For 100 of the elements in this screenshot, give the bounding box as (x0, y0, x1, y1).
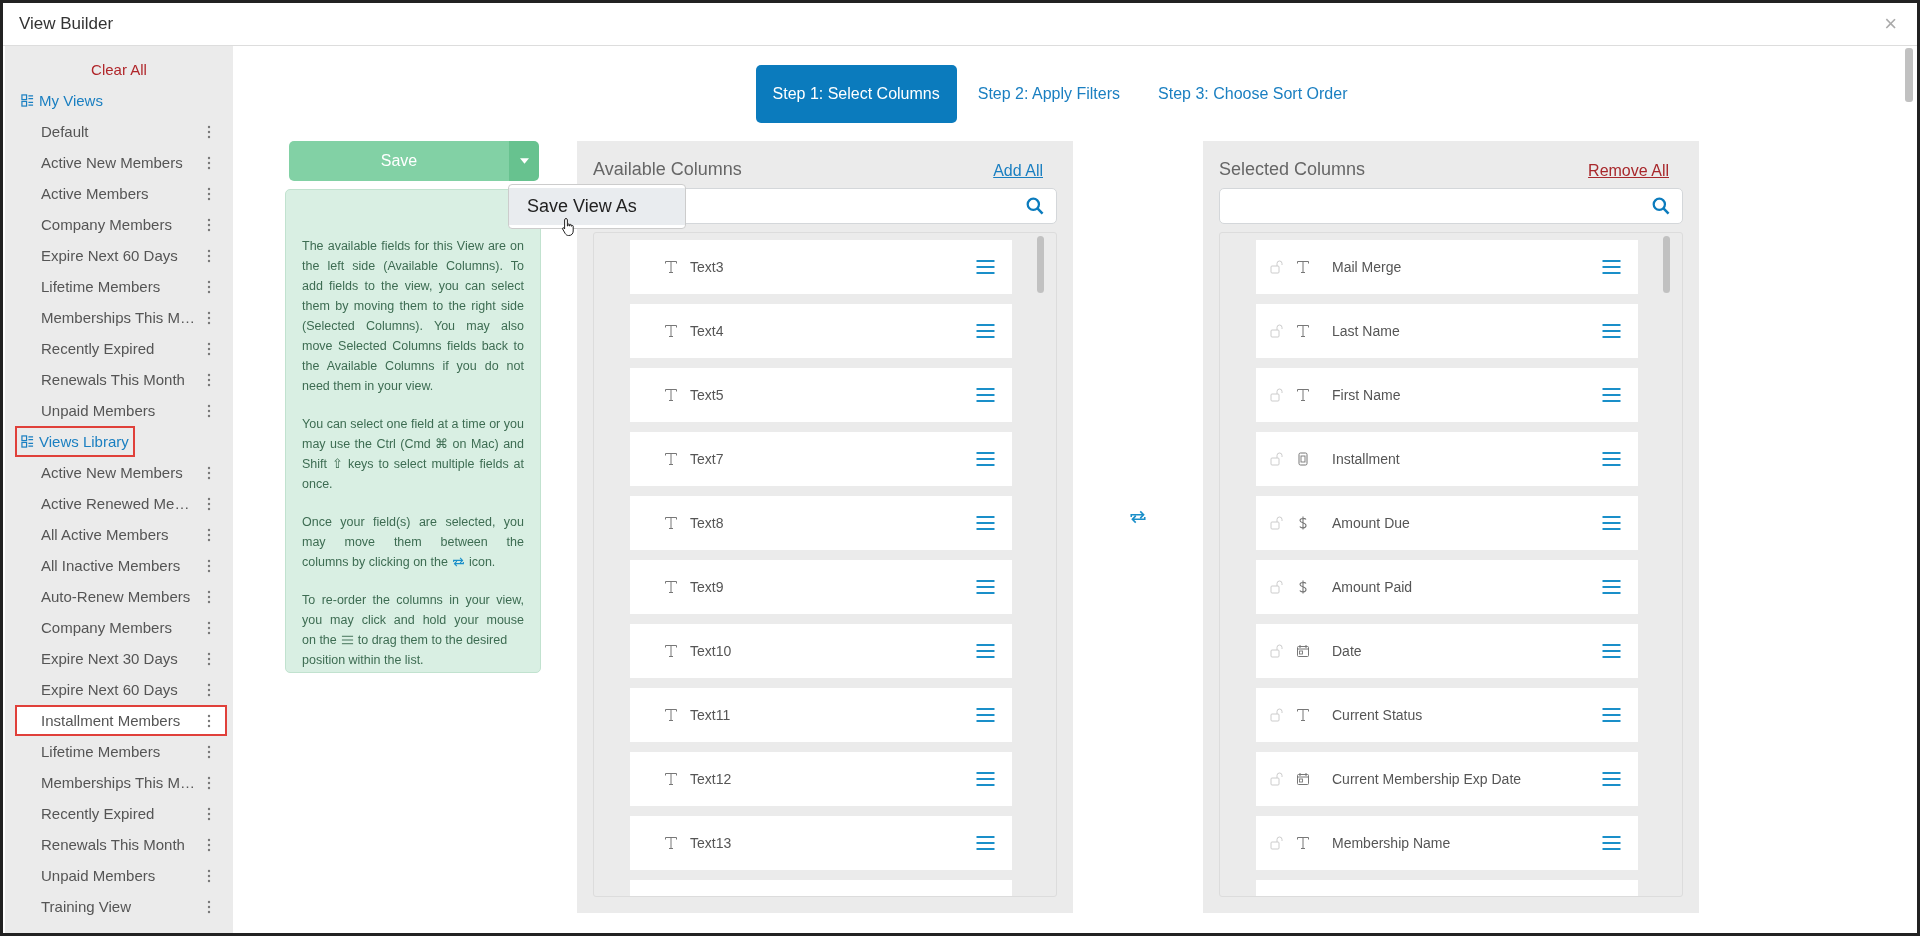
drag-handle-icon[interactable] (975, 451, 996, 467)
more-options-icon[interactable] (207, 651, 211, 666)
scrollbar[interactable] (1037, 236, 1044, 293)
view-item[interactable]: Expire Next 60 Days (41, 681, 178, 698)
drag-handle-icon[interactable] (1601, 643, 1622, 659)
more-options-icon[interactable] (207, 713, 211, 728)
dropdown-toggle[interactable] (509, 141, 539, 181)
view-item[interactable]: Default (41, 123, 89, 140)
view-item[interactable]: Lifetime Members (41, 743, 161, 760)
more-options-icon[interactable] (207, 899, 211, 914)
more-options-icon[interactable] (207, 248, 211, 263)
more-options-icon[interactable] (207, 868, 211, 883)
more-options-icon[interactable] (207, 124, 211, 139)
view-item[interactable]: Memberships This M… (41, 774, 195, 791)
field-row[interactable]: Mail Merge (1256, 240, 1638, 294)
more-options-icon[interactable] (207, 186, 211, 201)
more-options-icon[interactable] (207, 558, 211, 573)
drag-handle-icon[interactable] (975, 771, 996, 787)
panel-action-link[interactable]: Add All (993, 162, 1043, 180)
field-row[interactable]: Text4 (630, 304, 1012, 358)
field-row[interactable]: Amount Due (1256, 496, 1638, 550)
view-item[interactable]: Active New Members (41, 464, 183, 481)
more-options-icon[interactable] (207, 527, 211, 542)
drag-handle-icon[interactable] (1601, 259, 1622, 275)
more-options-icon[interactable] (207, 372, 211, 387)
more-options-icon[interactable] (207, 155, 211, 170)
view-item[interactable]: Training View (41, 898, 132, 915)
more-options-icon[interactable] (207, 589, 211, 604)
step-tab[interactable]: Step 3: Choose Sort Order (1141, 65, 1365, 123)
drag-handle-icon[interactable] (1601, 707, 1622, 723)
more-options-icon[interactable] (207, 806, 211, 821)
drag-handle-icon[interactable] (975, 515, 996, 531)
drag-handle-icon[interactable] (975, 323, 996, 339)
view-item[interactable]: Expire Next 30 Days (41, 650, 178, 667)
view-item[interactable]: Renewals This Month (41, 836, 185, 853)
field-row[interactable]: First Name (1256, 368, 1638, 422)
field-row[interactable]: Text7 (630, 432, 1012, 486)
drag-handle-icon[interactable] (1601, 387, 1622, 403)
view-item[interactable]: Memberships This M… (41, 309, 195, 326)
more-options-icon[interactable] (207, 341, 211, 356)
field-row[interactable]: Text10 (630, 624, 1012, 678)
drag-handle-icon[interactable] (1601, 579, 1622, 595)
view-item[interactable]: Expire Next 60 Days (41, 247, 178, 264)
more-options-icon[interactable] (207, 217, 211, 232)
view-item[interactable]: Unpaid Members (41, 402, 156, 419)
more-options-icon[interactable] (207, 682, 211, 697)
view-item[interactable]: Renewals This Month (41, 371, 185, 388)
scrollbar[interactable] (1663, 236, 1670, 293)
field-row[interactable]: Current Membership Exp Date (1256, 752, 1638, 806)
field-row[interactable]: Text9 (630, 560, 1012, 614)
view-item[interactable]: Auto-Renew Members (41, 588, 191, 605)
view-item[interactable]: Recently Expired (41, 340, 155, 357)
clear-all-link[interactable]: Clear All (5, 54, 233, 85)
more-options-icon[interactable] (207, 403, 211, 418)
drag-handle-icon[interactable] (975, 579, 996, 595)
group-heading[interactable]: My Views (15, 85, 109, 116)
view-item[interactable]: Active Members (41, 185, 149, 202)
field-row[interactable]: Text12 (630, 752, 1012, 806)
group-heading[interactable]: Views Library (15, 426, 135, 457)
swap-icon[interactable] (1129, 509, 1147, 525)
field-row[interactable]: Text8 (630, 496, 1012, 550)
field-row[interactable]: Text11 (630, 688, 1012, 742)
field-row[interactable]: Current Status (1256, 688, 1638, 742)
step-tab[interactable]: Step 1: Select Columns (755, 65, 957, 123)
view-item[interactable]: Lifetime Members (41, 278, 161, 295)
field-row[interactable]: Text13 (630, 816, 1012, 870)
field-row[interactable]: Installment (1256, 432, 1638, 486)
view-item[interactable]: All Inactive Members (41, 557, 181, 574)
drag-handle-icon[interactable] (1601, 451, 1622, 467)
more-options-icon[interactable] (207, 837, 211, 852)
drag-handle-icon[interactable] (975, 835, 996, 851)
more-options-icon[interactable] (207, 310, 211, 325)
more-options-icon[interactable] (207, 620, 211, 635)
scrollbar[interactable] (1905, 48, 1913, 102)
more-options-icon[interactable] (207, 465, 211, 480)
view-item[interactable]: Active Renewed Me… (41, 495, 190, 512)
drag-handle-icon[interactable] (1601, 835, 1622, 851)
field-row[interactable]: Amount Paid (1256, 560, 1638, 614)
view-item[interactable]: Active New Members (41, 154, 183, 171)
field-row[interactable]: Membership Name (1256, 816, 1638, 870)
more-options-icon[interactable] (207, 279, 211, 294)
menu-item[interactable]: Save View As (509, 188, 685, 225)
more-options-icon[interactable] (207, 496, 211, 511)
field-row[interactable]: Date (1256, 624, 1638, 678)
search-field[interactable] (1219, 188, 1683, 224)
drag-handle-icon[interactable] (975, 387, 996, 403)
drag-handle-icon[interactable] (1601, 771, 1622, 787)
view-item[interactable]: Company Members (41, 619, 172, 636)
drag-handle-icon[interactable] (1601, 323, 1622, 339)
field-row[interactable]: Text5 (630, 368, 1012, 422)
field-row[interactable]: Last Name (1256, 304, 1638, 358)
view-item[interactable]: Company Members (41, 216, 172, 233)
view-item[interactable]: Unpaid Members (41, 867, 156, 884)
panel-action-link[interactable]: Remove All (1588, 162, 1669, 180)
field-row[interactable]: Text3 (630, 240, 1012, 294)
drag-handle-icon[interactable] (975, 643, 996, 659)
more-options-icon[interactable] (207, 775, 211, 790)
drag-handle-icon[interactable] (975, 259, 996, 275)
drag-handle-icon[interactable] (1601, 515, 1622, 531)
view-item[interactable]: Recently Expired (41, 805, 155, 822)
